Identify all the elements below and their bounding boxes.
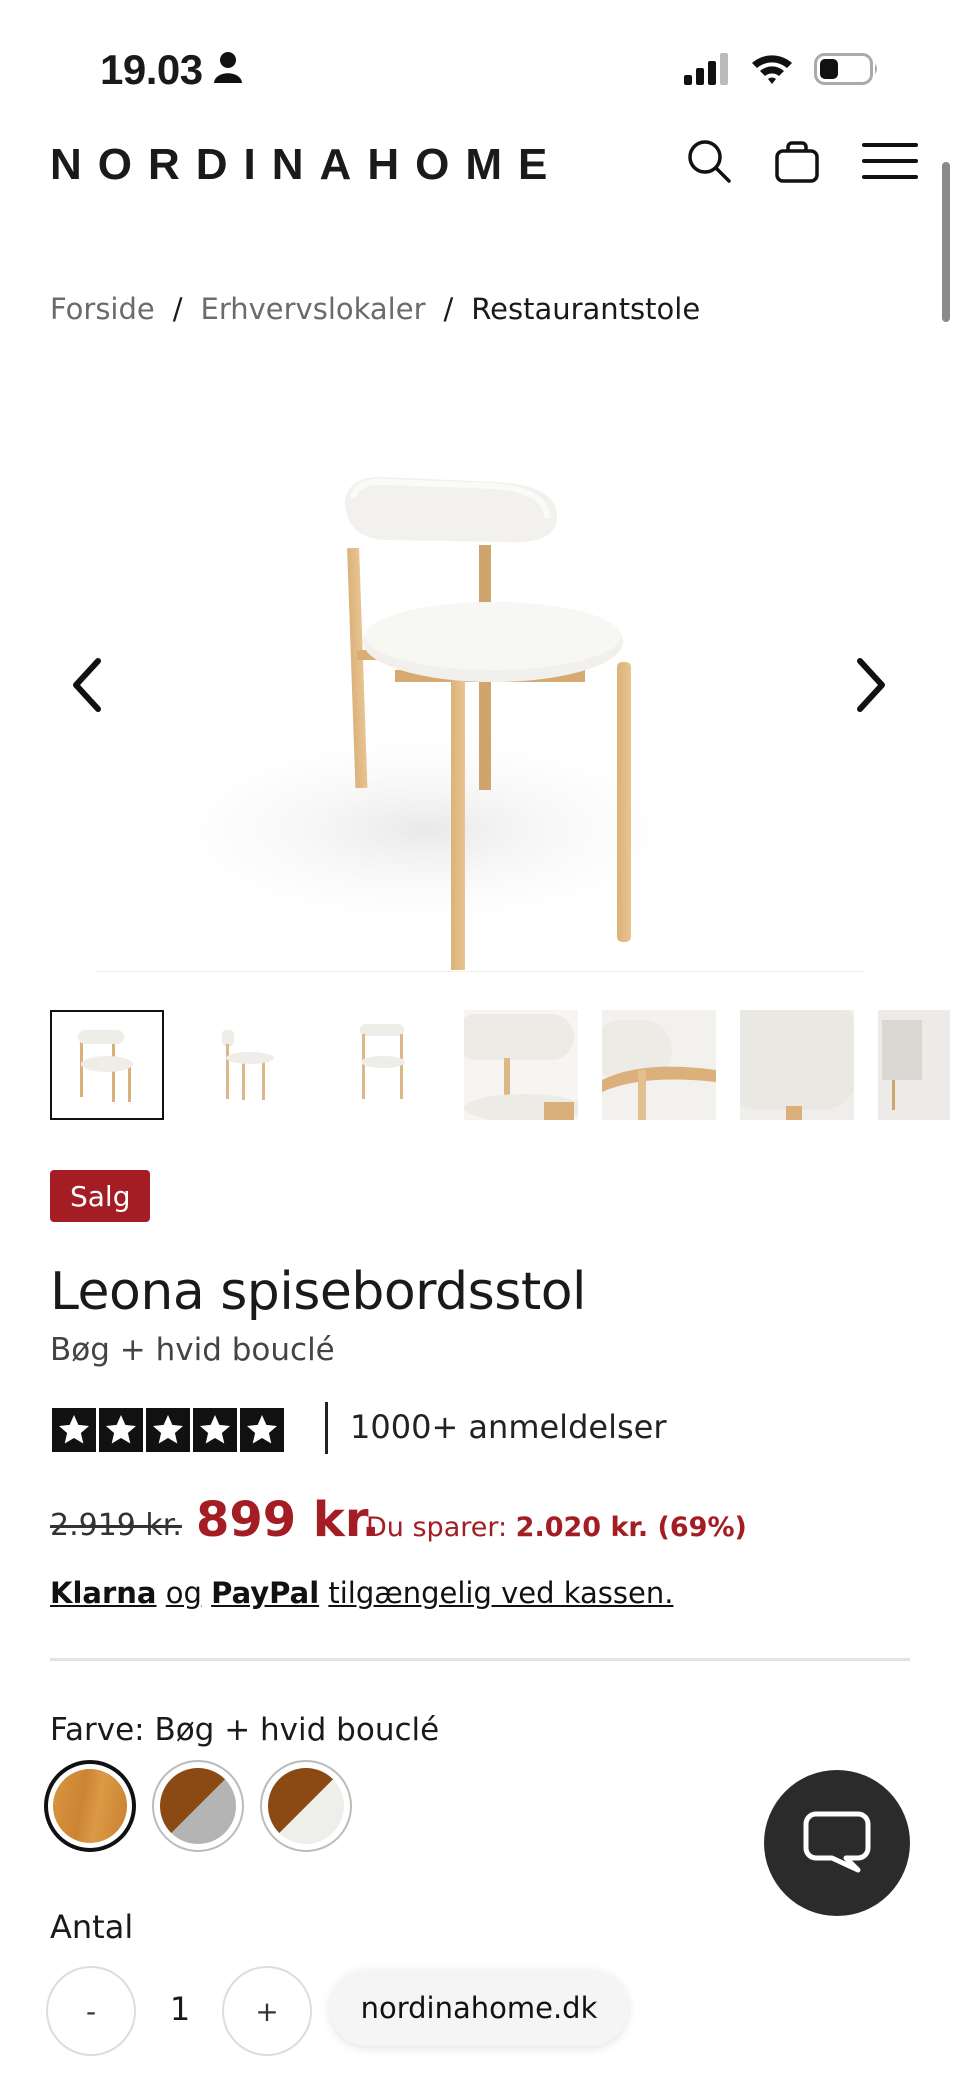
sale-badge: Salg <box>50 1170 151 1222</box>
chat-bubble-icon <box>802 1808 872 1879</box>
section-divider <box>50 1658 910 1661</box>
breadcrumb: Forside / Erhvervslokaler / Restaurantst… <box>50 292 700 326</box>
product-title: Leona spisebordsstol <box>50 1262 586 1322</box>
thumbnail-strip <box>50 1010 950 1120</box>
swatch-fill <box>53 1769 127 1843</box>
browser-url-bar[interactable]: nordinahome.dk <box>330 1970 628 2046</box>
quantity-increase-button[interactable]: + <box>222 1966 312 2056</box>
thumbnail[interactable] <box>740 1010 854 1120</box>
quantity-value[interactable]: 1 <box>160 1990 200 2028</box>
color-swatch-walnut-white[interactable] <box>260 1760 352 1852</box>
savings-label: Du sparer: <box>366 1512 508 1543</box>
thumbnail[interactable] <box>602 1010 716 1120</box>
status-icons <box>684 52 880 91</box>
thumbnail[interactable] <box>878 1010 950 1120</box>
savings-value: 2.020 kr. (69%) <box>515 1512 747 1543</box>
thumbnail[interactable] <box>188 1010 302 1120</box>
swatch-fill <box>268 1768 344 1844</box>
sale-price: 899 kr. <box>196 1492 380 1548</box>
star-icon <box>193 1408 237 1452</box>
thumbnail[interactable] <box>326 1010 440 1120</box>
star-icon <box>240 1408 284 1452</box>
quantity-decrease-button[interactable]: - <box>46 1966 136 2056</box>
menu-icon[interactable] <box>862 139 918 188</box>
time-text: 19.03 <box>100 46 203 93</box>
signal-icon <box>684 53 730 90</box>
star-icon <box>99 1408 143 1452</box>
klarna-link[interactable]: Klarna <box>50 1576 157 1610</box>
page-scrollbar[interactable] <box>942 162 950 322</box>
star-icon <box>146 1408 190 1452</box>
person-icon <box>213 46 243 94</box>
color-swatches <box>44 1760 352 1852</box>
swatch-fill <box>160 1768 236 1844</box>
search-icon[interactable] <box>686 138 732 189</box>
payment-info: Klarna og PayPal tilgængelig ved kassen. <box>50 1576 673 1610</box>
breadcrumb-category[interactable]: Erhvervslokaler <box>201 292 426 326</box>
paypal-link[interactable]: PayPal <box>211 1576 319 1610</box>
site-logo[interactable]: NORDINAHOME <box>50 140 563 190</box>
chat-button[interactable] <box>764 1770 910 1916</box>
payment-og: og <box>165 1576 202 1610</box>
product-variant: Bøg + hvid bouclé <box>50 1332 335 1368</box>
battery-icon <box>814 52 880 91</box>
breadcrumb-separator: / <box>443 292 454 326</box>
chevron-left-icon[interactable] <box>58 650 118 720</box>
payment-rest[interactable]: tilgængelig ved kassen. <box>328 1576 673 1610</box>
color-label: Farve: Bøg + hvid bouclé <box>50 1712 440 1748</box>
rating-divider <box>325 1402 328 1454</box>
quantity-label: Antal <box>50 1908 134 1946</box>
review-count[interactable]: 1000+ anmeldelser <box>350 1408 666 1446</box>
bag-icon[interactable] <box>774 138 820 189</box>
savings-text: Du sparer: 2.020 kr. (69%) <box>366 1512 747 1543</box>
thumbnail[interactable] <box>464 1010 578 1120</box>
color-swatch-walnut-grey[interactable] <box>152 1760 244 1852</box>
original-price: 2.919 kr. <box>50 1508 182 1543</box>
color-swatch-beech[interactable] <box>44 1760 136 1852</box>
wifi-icon <box>750 52 794 91</box>
star-icon <box>52 1408 96 1452</box>
product-image[interactable] <box>95 380 865 975</box>
thumbnail[interactable] <box>50 1010 164 1120</box>
chevron-right-icon[interactable] <box>840 650 900 720</box>
breadcrumb-separator: / <box>172 292 183 326</box>
status-time: 19.03 <box>100 46 243 94</box>
header-actions <box>686 138 918 189</box>
rating-stars[interactable] <box>52 1408 284 1452</box>
breadcrumb-home[interactable]: Forside <box>50 292 155 326</box>
breadcrumb-current[interactable]: Restaurantstole <box>471 292 700 326</box>
image-divider <box>95 971 865 972</box>
